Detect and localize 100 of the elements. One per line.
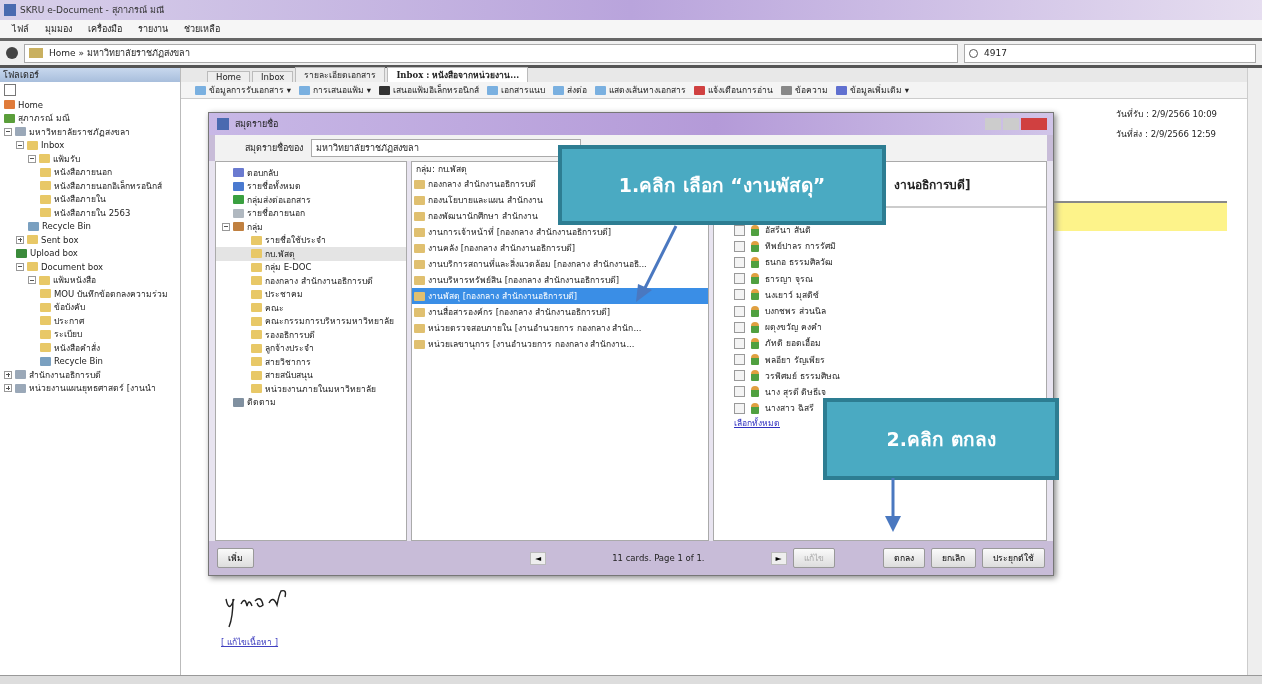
tree-item[interactable]: Inbox bbox=[0, 138, 180, 152]
toolbar-button[interactable]: แสดงเส้นทางเอกสาร bbox=[594, 83, 686, 97]
group-item[interactable]: คณะ bbox=[216, 301, 406, 315]
tree-item[interactable]: ประกาศ bbox=[0, 314, 180, 328]
group-item[interactable]: หน่วยงานภายในมหาวิทยาลัย bbox=[216, 382, 406, 396]
menu-item[interactable]: ไฟล์ bbox=[12, 22, 29, 36]
tree-item[interactable]: MOU บันทึกข้อตกลงความร่วม bbox=[0, 287, 180, 301]
tree-item[interactable]: Home bbox=[0, 98, 180, 112]
group-item[interactable]: กองกลาง สำนักงานอธิการบดี bbox=[216, 274, 406, 288]
edit-content-link[interactable]: [ แก้ไขเนื้อหา ] bbox=[221, 635, 1227, 649]
unit-item[interactable]: กองนโยบายและแผน สำนักงาน bbox=[412, 192, 543, 208]
tree-item[interactable]: ระเบียบ bbox=[0, 327, 180, 341]
tree-item[interactable]: สุภาภรณ์ มณี bbox=[0, 111, 180, 125]
checkbox[interactable] bbox=[734, 224, 745, 236]
unit-item[interactable]: กองกลาง สำนักงานอธิการบดี bbox=[412, 176, 536, 192]
expand-toggle-icon[interactable] bbox=[4, 384, 12, 393]
group-item[interactable]: รายชื่อใช้ประจำ bbox=[216, 233, 406, 247]
checkbox[interactable] bbox=[734, 289, 745, 301]
group-item[interactable]: รายชื่อทั้งหมด bbox=[216, 179, 406, 193]
tree-item[interactable]: Upload box bbox=[0, 246, 180, 260]
add-button[interactable]: เพิ่ม bbox=[217, 548, 254, 568]
checkbox[interactable] bbox=[734, 337, 745, 349]
previous-page-button[interactable]: ◄ bbox=[530, 551, 547, 565]
unit-item[interactable]: งานคลัง [กองกลาง สำนักงานอธิการบดี] bbox=[412, 240, 576, 256]
toolbar-button[interactable]: แจ้งเตือนการอ่าน bbox=[693, 83, 773, 97]
checkbox[interactable] bbox=[734, 305, 745, 317]
unit-item[interactable]: หน่วยเลขานุการ [งานอำนวยการ กองกลาง สำนักงาน... bbox=[412, 336, 635, 352]
tree-item[interactable]: หนังสือภายใน bbox=[0, 192, 180, 206]
menu-item[interactable]: ช่วยเหลือ bbox=[184, 22, 220, 36]
tree-item[interactable]: Sent box bbox=[0, 233, 180, 247]
checkbox[interactable] bbox=[734, 256, 745, 268]
tab[interactable]: Inbox : หนังสือจากหน่วยงาน... bbox=[387, 67, 529, 82]
expand-toggle-icon[interactable] bbox=[4, 370, 12, 379]
checkbox[interactable] bbox=[734, 321, 745, 333]
group-item[interactable]: รายชื่อภายนอก bbox=[216, 206, 406, 220]
group-item[interactable]: ประชาคม bbox=[216, 287, 406, 301]
expand-toggle-icon[interactable] bbox=[16, 141, 24, 150]
checkbox[interactable] bbox=[734, 402, 745, 414]
menu-item[interactable]: รายงาน bbox=[138, 22, 168, 36]
tree-item[interactable]: Document box bbox=[0, 260, 180, 274]
checkbox[interactable] bbox=[734, 240, 745, 252]
unit-item[interactable]: งานสื่อสารองค์กร [กองกลาง สำนักงานอธิการบดี] bbox=[412, 304, 611, 320]
checkbox[interactable] bbox=[734, 354, 745, 366]
dialog-button[interactable]: ประยุกต์ใช้ bbox=[982, 548, 1045, 568]
unit-item[interactable]: งานการเจ้าหน้าที่ [กองกลาง สำนักงานอธิการบดี] bbox=[412, 224, 612, 240]
group-item[interactable]: ลูกจ้างประจำ bbox=[216, 341, 406, 355]
toolbar-button[interactable]: การเสนอแฟ้ม ▾ bbox=[298, 83, 371, 97]
dialog-button[interactable]: ตกลง bbox=[883, 548, 925, 568]
tree-item[interactable]: หนังสือภายใน 2563 bbox=[0, 206, 180, 220]
checkbox[interactable] bbox=[734, 370, 745, 382]
unit-item[interactable]: กองพัฒนานักศึกษา สำนักงาน bbox=[412, 208, 538, 224]
tree-item[interactable]: สำนักงานอธิการบดี bbox=[0, 368, 180, 382]
expand-toggle-icon[interactable] bbox=[16, 235, 24, 244]
select-all-link[interactable]: เลือกทั้งหมด bbox=[734, 418, 780, 429]
tree-item[interactable]: หน่วยงานแผนยุทธศาสตร์ [งานนำ bbox=[0, 381, 180, 395]
menu-item[interactable]: มุมมอง bbox=[45, 22, 72, 36]
group-item[interactable]: คณะกรรมการบริหารมหาวิทยาลัย bbox=[216, 314, 406, 328]
tree-item[interactable]: แฟ้มหนังสือ bbox=[0, 273, 180, 287]
toolbar-button[interactable]: ข้อความ bbox=[780, 83, 828, 97]
unit-item[interactable]: งานบริการสถานที่และสิ่งแวดล้อม [กองกลาง สำนักงานอธิ... bbox=[412, 256, 647, 272]
checkbox[interactable] bbox=[734, 273, 745, 285]
tree-item[interactable]: หนังสือภายนอกอิเล็กทรอนิกส์ bbox=[0, 179, 180, 193]
menu-item[interactable]: เครื่องมือ bbox=[88, 22, 122, 36]
tree-item[interactable]: หนังสือคำสั่ง bbox=[0, 341, 180, 355]
expand-toggle-icon[interactable] bbox=[28, 276, 36, 285]
next-page-button[interactable]: ► bbox=[770, 551, 787, 565]
toolbar-button[interactable]: ส่งต่อ bbox=[552, 83, 587, 97]
unit-item[interactable]: งานบริหารทรัพย์สิน [กองกลาง สำนักงานอธิการบดี] bbox=[412, 272, 620, 288]
tree-item[interactable]: Recycle Bin bbox=[0, 354, 180, 368]
expand-toggle-icon[interactable] bbox=[4, 127, 12, 136]
group-item[interactable]: สายสนับสนุน bbox=[216, 368, 406, 382]
tab[interactable]: รายละเอียดเอกสาร bbox=[295, 67, 386, 82]
expand-toggle-icon[interactable] bbox=[16, 262, 24, 271]
tree-item[interactable]: แฟ้มรับ bbox=[0, 152, 180, 166]
tree-item[interactable]: Recycle Bin bbox=[0, 219, 180, 233]
unit-item[interactable]: หน่วยตรวจสอบภายใน [งานอำนวยการ กองกลาง สำนัก... bbox=[412, 320, 642, 336]
toolbar-button[interactable]: เสนอแฟ้มอิเล็กทรอนิกส์ bbox=[378, 83, 479, 97]
group-item[interactable]: รองอธิการบดี bbox=[216, 328, 406, 342]
group-item[interactable]: ติดตาม bbox=[216, 395, 406, 409]
checkbox[interactable] bbox=[734, 386, 745, 398]
search-field[interactable]: 4917 bbox=[964, 43, 1256, 63]
toolbar-button[interactable]: เอกสารแนบ bbox=[486, 83, 545, 97]
group-item[interactable]: สายวิชาการ bbox=[216, 355, 406, 369]
address-book-select[interactable]: มหาวิทยาลัยราชภัฏสงขลา bbox=[311, 139, 581, 157]
toolbar-icon[interactable] bbox=[4, 84, 16, 96]
group-item[interactable]: ตอบกลับ bbox=[216, 166, 406, 180]
group-item[interactable]: กลุ่ม E-DOC bbox=[216, 260, 406, 274]
tree-item[interactable]: หนังสือภายนอก bbox=[0, 165, 180, 179]
back-icon[interactable] bbox=[6, 47, 18, 59]
address-field[interactable]: Home » มหาวิทยาลัยราชภัฏสงขลา bbox=[24, 43, 958, 63]
tree-item[interactable]: มหาวิทยาลัยราชภัฏสงขลา bbox=[0, 125, 180, 139]
group-item[interactable]: กบ.พัสดุ bbox=[216, 247, 406, 261]
tree-item[interactable]: ข้อบังคับ bbox=[0, 300, 180, 314]
toolbar-button[interactable]: ข้อมูลการรับเอกสาร ▾ bbox=[195, 83, 291, 97]
group-item[interactable]: กลุ่มส่งต่อเอกสาร bbox=[216, 193, 406, 207]
group-item[interactable]: กลุ่ม bbox=[216, 220, 406, 234]
dialog-button[interactable]: ยกเลิก bbox=[931, 548, 976, 568]
window-controls[interactable] bbox=[985, 118, 1047, 130]
scrollbar[interactable] bbox=[1247, 68, 1262, 675]
expand-toggle-icon[interactable] bbox=[28, 154, 36, 163]
